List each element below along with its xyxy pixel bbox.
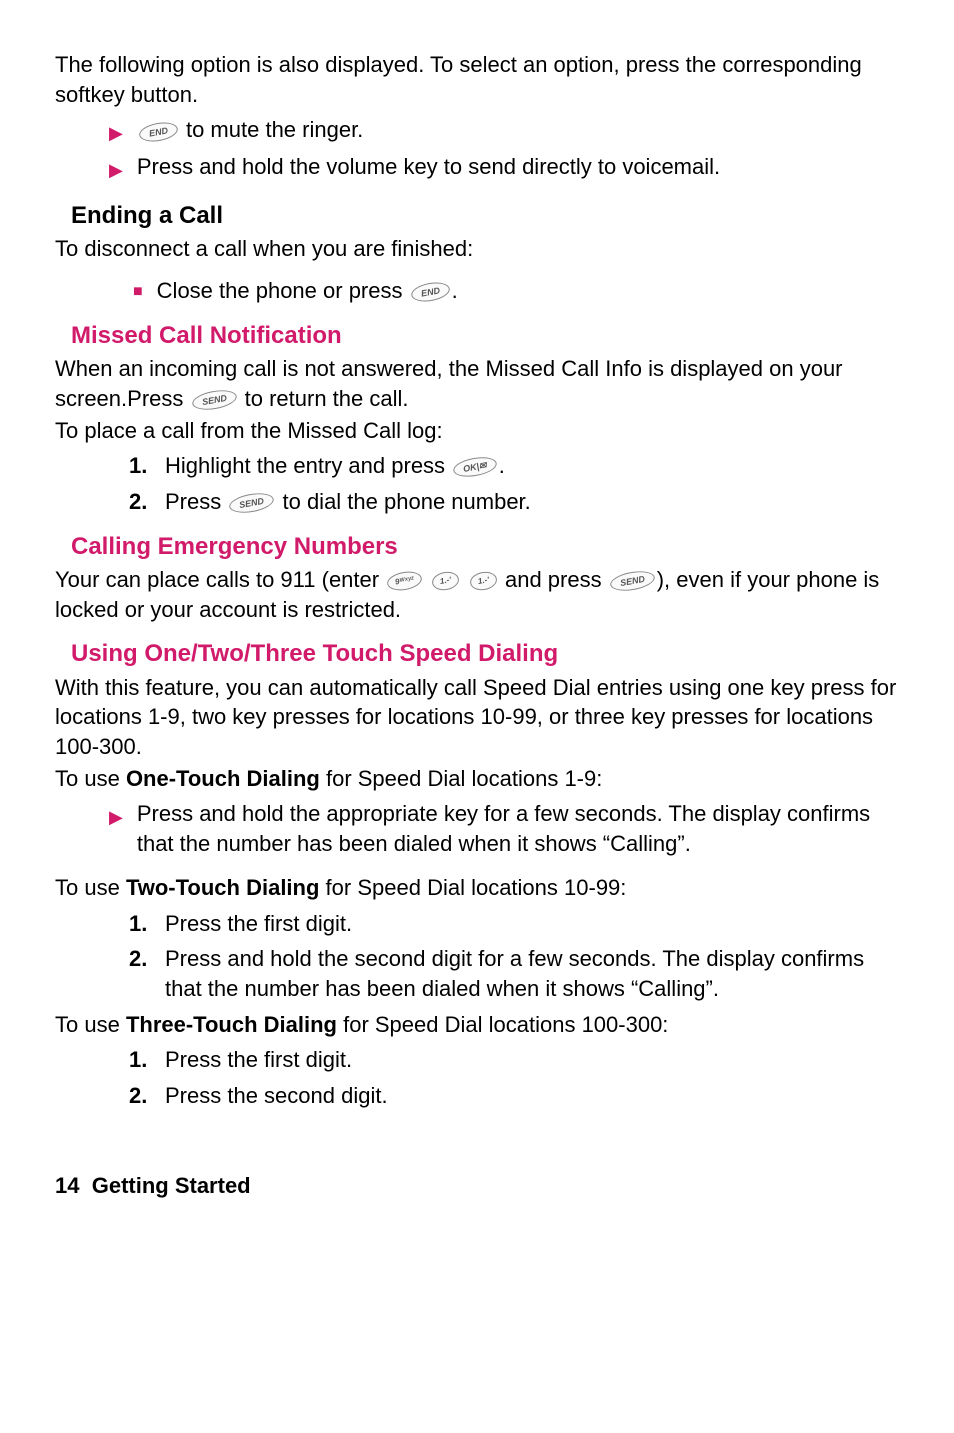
one-key-icon: 1.-' — [431, 570, 461, 592]
section-name: Getting Started — [92, 1173, 251, 1198]
send-key-icon: SEND — [228, 490, 275, 516]
one-touch-post: for Speed Dial locations 1-9: — [320, 766, 603, 791]
intro-paragraph: The following option is also displayed. … — [55, 50, 899, 109]
missed-step1-content: Highlight the entry and press OK|✉. — [165, 451, 899, 481]
page-number: 14 — [55, 1173, 79, 1198]
bullet-mute-content: END to mute the ringer. — [137, 115, 899, 145]
three-touch-step-2: 2. Press the second digit. — [129, 1081, 899, 1111]
three-touch-step2-text: Press the second digit. — [165, 1081, 899, 1111]
page-footer: 14 Getting Started — [55, 1171, 899, 1201]
three-touch-post: for Speed Dial locations 100-300: — [337, 1012, 668, 1037]
two-touch-post: for Speed Dial locations 10-99: — [319, 875, 626, 900]
bullet-voicemail: ▶ Press and hold the volume key to send … — [109, 152, 899, 182]
bullet-mute-ringer: ▶ END to mute the ringer. — [109, 115, 899, 145]
two-touch-step-1: 1. Press the first digit. — [129, 909, 899, 939]
step-number-2: 2. — [129, 944, 157, 974]
step-number-2: 2. — [129, 1081, 157, 1111]
ending-call-intro: To disconnect a call when you are finish… — [55, 234, 899, 264]
two-touch-step1-text: Press the first digit. — [165, 909, 899, 939]
three-touch-line: To use Three-Touch Dialing for Speed Dia… — [55, 1010, 899, 1040]
heading-ending-call: Ending a Call — [71, 200, 899, 232]
missed-p1-pre: When an incoming call is not answered, t… — [55, 356, 843, 411]
missed-p1-post: to return the call. — [239, 386, 409, 411]
three-touch-step1-text: Press the first digit. — [165, 1045, 899, 1075]
one-touch-pre: To use — [55, 766, 126, 791]
missed-step2-content: Press SEND to dial the phone number. — [165, 487, 899, 517]
three-touch-step-1: 1. Press the first digit. — [129, 1045, 899, 1075]
missed-step2-pre: Press — [165, 489, 227, 514]
square-icon: ■ — [133, 281, 143, 303]
step-number-1: 1. — [129, 1045, 157, 1075]
one-touch-bullet-text: Press and hold the appropriate key for a… — [137, 799, 899, 858]
nine-key-icon: 9ᵂˣʸᶻ — [386, 569, 424, 593]
end-key-icon: END — [409, 280, 451, 305]
speed-dial-intro: With this feature, you can automatically… — [55, 673, 899, 762]
emergency-pre: Your can place calls to 911 (enter — [55, 567, 385, 592]
missed-step1-pre: Highlight the entry and press — [165, 453, 451, 478]
voicemail-text: Press and hold the volume key to send di… — [137, 152, 899, 182]
two-touch-step2-text: Press and hold the second digit for a fe… — [165, 944, 899, 1003]
step-number-1: 1. — [129, 909, 157, 939]
emergency-mid: and press — [499, 567, 608, 592]
missed-step1-post: . — [499, 453, 505, 478]
missed-step-2: 2. Press SEND to dial the phone number. — [129, 487, 899, 517]
one-touch-bold: One-Touch Dialing — [126, 766, 320, 791]
close-phone-content: Close the phone or press END. — [157, 276, 899, 306]
arrow-icon: ▶ — [109, 805, 123, 829]
three-touch-bold: Three-Touch Dialing — [126, 1012, 337, 1037]
heading-emergency: Calling Emergency Numbers — [71, 531, 899, 563]
missed-call-p2: To place a call from the Missed Call log… — [55, 416, 899, 446]
missed-call-p1: When an incoming call is not answered, t… — [55, 354, 899, 413]
missed-step2-post: to dial the phone number. — [276, 489, 530, 514]
heading-speed-dial: Using One/Two/Three Touch Speed Dialing — [71, 638, 899, 670]
arrow-icon: ▶ — [109, 158, 123, 182]
emergency-paragraph: Your can place calls to 911 (enter 9ᵂˣʸᶻ… — [55, 565, 899, 624]
mute-text: to mute the ringer. — [180, 117, 363, 142]
one-touch-bullet: ▶ Press and hold the appropriate key for… — [109, 799, 899, 858]
two-touch-step-2: 2. Press and hold the second digit for a… — [129, 944, 899, 1003]
ok-key-icon: OK|✉ — [452, 455, 498, 480]
three-touch-pre: To use — [55, 1012, 126, 1037]
send-key-icon: SEND — [608, 568, 655, 594]
one-touch-line: To use One-Touch Dialing for Speed Dial … — [55, 764, 899, 794]
bullet-close-phone: ■ Close the phone or press END. — [133, 276, 899, 306]
two-touch-bold: Two-Touch Dialing — [126, 875, 320, 900]
heading-missed-call: Missed Call Notification — [71, 320, 899, 352]
step-number-1: 1. — [129, 451, 157, 481]
close-phone-pre: Close the phone or press — [157, 278, 409, 303]
send-key-icon: SEND — [190, 387, 237, 413]
missed-step-1: 1. Highlight the entry and press OK|✉. — [129, 451, 899, 481]
close-phone-post: . — [452, 278, 458, 303]
two-touch-pre: To use — [55, 875, 126, 900]
one-key-icon: 1.-' — [468, 570, 498, 592]
two-touch-line: To use Two-Touch Dialing for Speed Dial … — [55, 873, 899, 903]
arrow-icon: ▶ — [109, 121, 123, 145]
end-key-icon: END — [138, 119, 180, 144]
step-number-2: 2. — [129, 487, 157, 517]
